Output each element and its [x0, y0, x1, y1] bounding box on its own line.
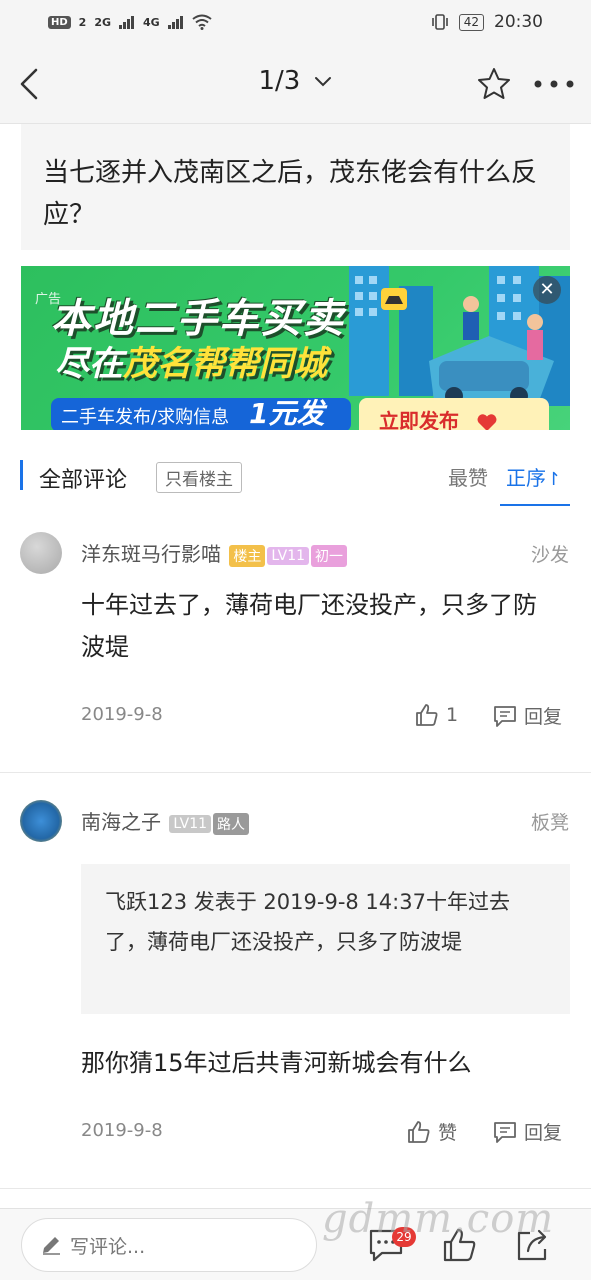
ad-sub-prefix: 尽在: [55, 344, 123, 384]
network-2g: 2G: [94, 15, 112, 29]
owner-only-filter[interactable]: 只看楼主: [156, 462, 242, 493]
comment-input[interactable]: 写评论...: [21, 1218, 317, 1272]
comment-text: 十年过去了，薄荷电厂还没投产，只多了防波堤: [81, 591, 537, 661]
network-4g: 4G: [143, 15, 160, 29]
nav-bar: 1/3: [0, 44, 591, 124]
status-bar: HD 2 2G 4G 42 20:30: [0, 0, 591, 44]
avatar[interactable]: [20, 532, 62, 574]
comments-header: 全部评论 只看楼主 最赞 正序↾: [0, 452, 591, 506]
avatar[interactable]: [20, 800, 62, 842]
pencil-icon: [43, 1237, 60, 1255]
question-title: 当七逐并入茂南区之后，茂东佬会有什么反应？: [43, 158, 538, 230]
vibrate-icon: [431, 14, 448, 30]
site-watermark: gdmm.com: [322, 1196, 555, 1242]
comment-username[interactable]: 洋东斑马行影喵 楼主 LV11 初一: [81, 538, 348, 567]
reply-button[interactable]: 回复: [492, 1118, 562, 1145]
like-label: 赞: [438, 1122, 458, 1144]
sort-hot-tab[interactable]: 最赞: [448, 462, 488, 491]
thumbs-up-icon: [408, 1120, 430, 1143]
comment-date: 2019-9-8: [81, 1120, 163, 1141]
level-badge: LV11: [169, 814, 212, 833]
like-button[interactable]: 赞: [406, 1118, 457, 1145]
status-left: HD 2 2G 4G: [48, 14, 212, 30]
more-icon[interactable]: [532, 74, 576, 94]
active-tab-underline: [500, 504, 570, 506]
divider: [0, 772, 591, 773]
reply-label: 回复: [524, 1122, 563, 1144]
reply-icon: [494, 1121, 516, 1143]
comment-text: 那你猜15年过后共青河新城会有什么: [81, 1049, 472, 1077]
ad-cta-label: 立即发布: [379, 409, 459, 430]
like-count: 1: [446, 704, 459, 726]
thumbs-up-icon: [416, 704, 438, 726]
star-icon[interactable]: [476, 66, 512, 102]
ad-strip-big: 1元发布: [249, 397, 325, 430]
username-text: 洋东斑马行影喵: [81, 542, 221, 566]
floor-label: 沙发: [530, 544, 569, 566]
battery-indicator: 42: [458, 13, 484, 31]
ad-strip-text: 二手车发布/求购信息: [61, 407, 230, 428]
comment-date: 2019-9-8: [81, 704, 163, 725]
level-badge: LV11: [267, 546, 310, 565]
comment-input-placeholder: 写评论...: [70, 1235, 146, 1258]
hd-indicator: HD: [48, 15, 71, 29]
owner-badge: 楼主: [229, 544, 266, 567]
sort-order-label: 正序: [506, 466, 546, 490]
signal-icon: [119, 16, 135, 29]
status-right: 42 20:30: [431, 12, 543, 32]
heart-icon: [477, 413, 497, 430]
like-button[interactable]: 1: [414, 702, 458, 728]
username-text: 南海之子: [81, 810, 161, 834]
comment-item: 洋东斑马行影喵 楼主 LV11 初一 沙发 十年过去了，薄荷电厂还没投产，只多了防波…: [0, 520, 591, 770]
question-card: 当七逐并入茂南区之后，茂东佬会有什么反应？: [21, 124, 570, 250]
ad-sub-highlight: 茂名帮帮同城: [123, 344, 327, 384]
sim-indicator: 2: [78, 15, 87, 29]
sort-order-tab[interactable]: 正序↾: [506, 462, 561, 491]
wifi-icon: [192, 14, 212, 30]
divider: [0, 1188, 591, 1189]
chevron-down-icon: [314, 76, 331, 86]
ad-strip: 二手车发布/求购信息 1元发布: [51, 397, 351, 430]
comment-username[interactable]: 南海之子 LV11 路人: [81, 806, 250, 835]
comment-item: 南海之子 LV11 路人 板凳 飞跃123 发表于 2019-9-8 14:37十…: [0, 784, 591, 1184]
sort-arrow-icon: ↾: [546, 469, 562, 490]
ad-cta-button[interactable]: 立即发布: [359, 398, 549, 430]
page-indicator: 1/3: [258, 66, 301, 96]
section-marker: [20, 460, 23, 490]
reply-button[interactable]: 回复: [492, 702, 562, 729]
reply-label: 回复: [524, 706, 563, 728]
close-icon[interactable]: ✕: [533, 276, 561, 304]
ad-subline: 尽在茂名帮帮同城: [55, 336, 327, 385]
clock: 20:30: [494, 12, 543, 32]
rank-badge: 初一: [311, 544, 348, 567]
comments-title: 全部评论: [39, 468, 128, 493]
signal-icon-2: [167, 16, 183, 29]
quoted-comment: 飞跃123 发表于 2019-9-8 14:37十年过去了，薄荷电厂还没投产，只…: [81, 864, 570, 1014]
ad-banner[interactable]: 广告 本地二手车买卖 尽在茂名帮帮同城 二手车发布/求购信息 1元发布 立即发布…: [21, 266, 570, 430]
floor-label: 板凳: [530, 812, 569, 834]
reply-icon: [494, 705, 516, 727]
rank-badge: 路人: [213, 812, 250, 835]
